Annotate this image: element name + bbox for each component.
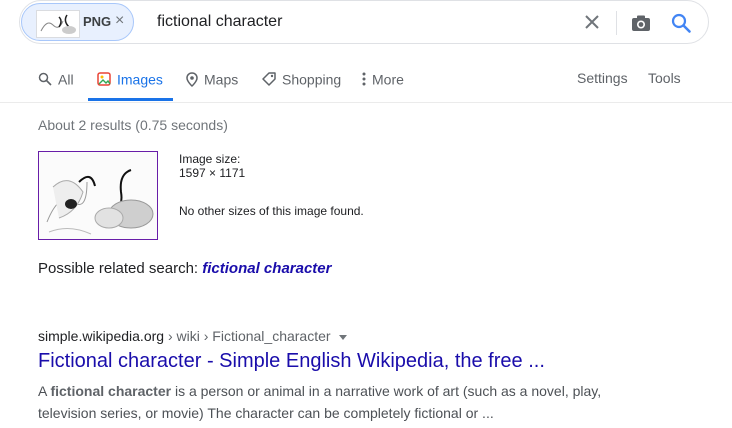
search-icon — [38, 73, 52, 86]
query-image-thumbnail[interactable] — [38, 151, 158, 240]
result-domain: simple.wikipedia.org — [38, 328, 165, 344]
more-vert-icon — [362, 72, 366, 86]
image-chip[interactable]: PNG × — [21, 3, 134, 41]
result-snippet: A fictional character is a person or ani… — [38, 380, 638, 424]
related-search: Possible related search: fictional chara… — [38, 260, 331, 277]
chip-close-icon[interactable]: × — [115, 12, 124, 30]
tab-maps-label: Maps — [204, 71, 239, 88]
search-input[interactable]: fictional character — [157, 13, 282, 31]
camera-icon[interactable] — [631, 13, 651, 33]
tab-images[interactable]: Images — [97, 70, 163, 100]
tab-images-label: Images — [117, 71, 163, 88]
tab-maps[interactable]: Maps — [186, 70, 238, 100]
chip-thumbnail — [36, 10, 80, 38]
image-size-value: 1597 × 1171 — [179, 166, 246, 180]
search-icon[interactable] — [670, 12, 692, 34]
tab-all[interactable]: All — [38, 70, 74, 100]
result-path: › wiki › Fictional_character — [164, 328, 331, 344]
tab-more[interactable]: More — [362, 70, 404, 100]
tab-all-label: All — [58, 71, 74, 88]
tab-more-label: More — [372, 71, 404, 88]
search-divider — [616, 11, 617, 35]
tab-shopping[interactable]: Shopping — [262, 70, 341, 100]
snippet-start: A — [38, 383, 51, 399]
active-tab-indicator — [88, 98, 173, 101]
tag-icon — [262, 72, 276, 87]
tab-shopping-label: Shopping — [282, 71, 342, 88]
no-other-sizes: No other sizes of this image found. — [179, 204, 364, 218]
clear-icon[interactable] — [583, 13, 601, 31]
image-size-info: Image size: 1597 × 1171 — [179, 152, 245, 180]
snippet-highlight: fictional character — [50, 383, 172, 399]
result-menu-caret-icon[interactable] — [338, 334, 347, 340]
search-box: PNG × fictional character — [19, 0, 709, 44]
chip-label: PNG — [83, 14, 112, 29]
map-pin-icon — [186, 72, 198, 87]
related-search-prefix: Possible related search: — [38, 260, 199, 277]
image-size-label: Image size: — [179, 152, 241, 166]
related-search-link[interactable]: fictional character — [202, 260, 331, 277]
result-stats: About 2 results (0.75 seconds) — [38, 117, 228, 133]
result-title-link[interactable]: Fictional character - Simple English Wik… — [38, 350, 545, 373]
search-tabs: All Images Maps Shopping More Settings T… — [0, 58, 732, 103]
image-icon — [97, 72, 111, 87]
result-cite: simple.wikipedia.org › wiki › Fictional_… — [38, 328, 347, 344]
tools-link[interactable]: Tools — [648, 70, 681, 100]
settings-link[interactable]: Settings — [577, 70, 628, 100]
